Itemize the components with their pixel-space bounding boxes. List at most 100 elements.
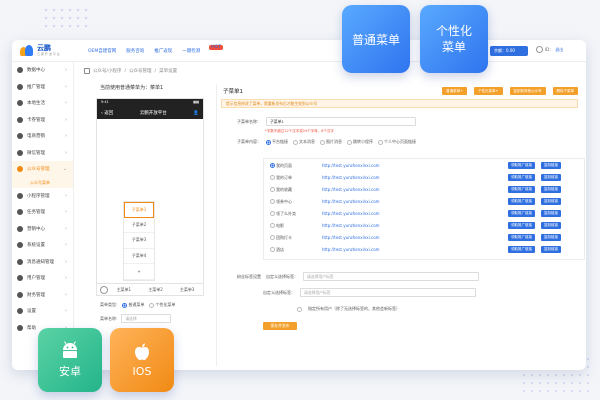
sidebar-item-data[interactable]: 数据中心 › (12, 62, 73, 79)
radio-content[interactable]: 文本消息 (293, 139, 315, 145)
radio-content[interactable]: 平台链接 (266, 139, 288, 145)
breadcrumb-item[interactable]: 公众号/小程序 (93, 68, 122, 74)
get-link-button[interactable]: 领取推广链接 (508, 210, 535, 217)
menu-icon (17, 83, 23, 90)
breadcrumb-item[interactable]: 公众号管理 (129, 68, 152, 74)
main-menu-item[interactable]: 主菜单3 (171, 287, 203, 293)
add-submenu-button[interactable]: + (124, 264, 154, 280)
sidebar-item-wechat[interactable]: 微信管理 › (12, 145, 73, 162)
copy-link-button[interactable]: 复制链接 (541, 210, 561, 217)
delete-submenu-button[interactable]: 删除子菜单 (552, 87, 578, 95)
copy-link-button[interactable]: 复制链接 (541, 186, 561, 193)
nav-service[interactable]: 服务咨询 (126, 48, 144, 54)
all-users-checkbox[interactable] (297, 306, 302, 312)
tag-select-2[interactable]: 请选择用户标签 (300, 288, 476, 297)
sidebar-item-coupon[interactable]: 卡券管理 › (12, 112, 73, 129)
sidebar-item-system[interactable]: 系统设置 › (12, 237, 73, 254)
logout-link[interactable]: 退出 (555, 47, 563, 53)
sidebar-item-miniapp[interactable]: 小程序管理 › (12, 188, 73, 205)
android-icon (63, 341, 77, 358)
radio-custom[interactable]: 个性化菜单 (149, 302, 175, 308)
copy-link-button[interactable]: 复制链接 (541, 162, 561, 169)
breadcrumb-item: 菜单设置 (159, 69, 178, 74)
get-link-button[interactable]: 领取推广链接 (508, 234, 535, 241)
link-row: 我的页面 http://test.yunzhenxinxi.com 领取推广链接 复制… (270, 162, 584, 169)
radio-content[interactable]: 跳转小程序 (347, 139, 373, 145)
nav-oem[interactable]: OEM自建官网 (88, 48, 116, 54)
app-window: 云鹏 云 鹏 开 发 平 台 OEM自建官网 服务咨询 推广返现 一键检测HOT… (12, 40, 586, 370)
user-icon: 👤 (193, 110, 199, 116)
get-link-button[interactable]: 领取推广链接 (508, 246, 535, 253)
get-link-button[interactable]: 领取推广链接 (508, 198, 535, 205)
menu-icon (17, 291, 23, 298)
sidebar-item-settings[interactable]: 设置 › (12, 303, 73, 320)
sidebar-item-official[interactable]: 公众号管理 ⌄ (12, 161, 73, 178)
submenu-name-input[interactable]: 子菜单1 (266, 117, 416, 126)
radio-content[interactable]: 个人中心页面链接 (378, 139, 416, 145)
link-list: 我的页面 http://test.yunzhenxinxi.com 领取推广链接 复制… (263, 158, 585, 260)
sidebar-item-marketing[interactable]: 营销中心 › (12, 221, 73, 238)
link-row: 领券中心 http://test.yunzhenxinxi.com 领取推广链接 复制… (270, 198, 584, 205)
menu-icon (17, 149, 23, 156)
nav-promo[interactable]: 推广返现 (154, 48, 172, 54)
tag-row-1: 粉丝标签设置 自定义选择标签： 请选择用户标签 (237, 272, 479, 281)
keyboard-icon[interactable] (100, 285, 108, 294)
phone-mockup: 9:41 ▮▮▮ ‹ 返回 云鹏开放平台 👤 子菜单1 子菜单2 子菜单3 子菜单… (96, 98, 204, 284)
nav-check[interactable]: 一键检测HOT (182, 44, 223, 54)
get-link-button[interactable]: 领取推广链接 (508, 162, 535, 169)
save-publish-button[interactable]: 保存并发布 (263, 322, 297, 330)
radio-normal[interactable]: 普通菜单 (122, 302, 144, 308)
breadcrumb: 公众号/小程序 / 公众号管理 / 菜单设置 (84, 68, 177, 74)
submenu-item[interactable]: 子菜单3 (124, 233, 154, 249)
submenu-editor: 子菜单1 普通菜单+ 个性化菜单+ 复制到其他公众号 删除子菜单 提示信息修改了… (216, 84, 585, 366)
logo-subtext: 云 鹏 开 发 平 台 (37, 52, 60, 56)
link-row: 团购打卡 http://test.yunzhenxinxi.com 领取推广链接 复制… (270, 234, 584, 241)
hot-badge: HOT (209, 44, 223, 50)
sidebar-item-local[interactable]: 本地生活 › (12, 95, 73, 112)
submenu-item[interactable]: 子菜单1 (124, 202, 154, 218)
menu-icon (17, 258, 23, 265)
copy-link-button[interactable]: 复制链接 (541, 246, 561, 253)
user-info[interactable]: ID： 退出 (536, 46, 563, 53)
menu-icon (17, 225, 23, 232)
menu-name-select[interactable]: 请选择 (121, 314, 172, 323)
submenu-name-row: 子菜单名称： 子菜单1 (237, 117, 416, 126)
apple-icon (135, 343, 149, 360)
get-link-button[interactable]: 领取推广链接 (508, 186, 535, 193)
main-menu-item[interactable]: 主菜单2 (140, 287, 172, 293)
sidebar-item-promo[interactable]: 推广管理 › (12, 79, 73, 96)
phone-status-bar: 9:41 ▮▮▮ (97, 99, 203, 107)
copy-link-button[interactable]: 复制链接 (541, 234, 561, 241)
submenu-item[interactable]: 子菜单4 (124, 249, 154, 264)
sidebar-item-ecom[interactable]: 电商营销 › (12, 128, 73, 145)
radio-content[interactable]: 图片消息 (320, 139, 342, 145)
logo-text: 云鹏 (37, 44, 51, 52)
sidebar-item-finance[interactable]: 财务管理 › (12, 287, 73, 304)
get-link-button[interactable]: 领取推广链接 (508, 174, 535, 181)
sidebar-subitem-menu[interactable]: 公众号菜单 (12, 177, 73, 188)
add-normal-menu-button[interactable]: 普通菜单+ (442, 87, 468, 95)
menu-name-row: 菜单名称: 请选择 (100, 314, 172, 323)
copy-menu-button[interactable]: 复制到其他公众号 (509, 87, 546, 95)
sidebar-item-task[interactable]: 任务管理 › (12, 204, 73, 221)
all-users-row: 指定所有用户（除了无选择标签的，其他会新标签） (297, 306, 400, 312)
copy-link-button[interactable]: 复制链接 (541, 174, 561, 181)
main-menu-item[interactable]: 主菜单1 (108, 287, 140, 293)
add-custom-menu-button[interactable]: 个性化菜单+ (474, 87, 503, 95)
phone-header: ‹ 返回 云鹏开放平台 👤 (97, 107, 203, 119)
decor-dots (42, 6, 92, 28)
submenu-item[interactable]: 子菜单2 (124, 218, 154, 233)
copy-link-button[interactable]: 复制链接 (541, 222, 561, 229)
tag-select-1[interactable]: 请选择用户标签 (303, 272, 479, 281)
back-icon[interactable]: ‹ 返回 (101, 110, 113, 116)
sidebar-item-users[interactable]: 用户管理 › (12, 270, 73, 287)
sidebar-item-notify[interactable]: 消息通知管理 › (12, 254, 73, 271)
home-icon[interactable] (84, 68, 90, 74)
ios-badge: IOS (110, 328, 174, 392)
logo[interactable]: 云鹏 云 鹏 开 发 平 台 (20, 44, 78, 57)
get-link-button[interactable]: 领取推广链接 (508, 222, 535, 229)
menu-icon (17, 116, 23, 123)
menu-icon (17, 209, 23, 216)
copy-link-button[interactable]: 复制链接 (541, 198, 561, 205)
balance-button[interactable]: 余额：0.00 (490, 46, 528, 56)
